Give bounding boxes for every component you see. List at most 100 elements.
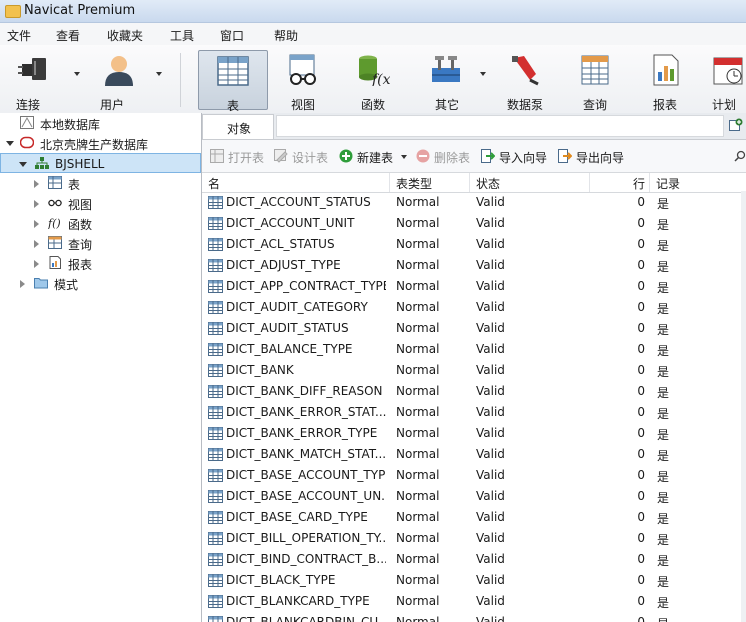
menu-help[interactable]: 帮助 xyxy=(274,27,298,44)
menu-file[interactable]: 文件 xyxy=(7,27,31,44)
other-dropdown-caret[interactable] xyxy=(480,72,486,76)
column-header-table-type[interactable]: 表类型 xyxy=(390,173,470,192)
table-row[interactable]: DICT_ADJUST_TYPE Normal Valid 0 是 xyxy=(202,255,746,276)
user-dropdown-caret[interactable] xyxy=(156,72,162,76)
table-name-cell: DICT_BILL_OPERATION_TY... xyxy=(226,531,386,545)
table-status-cell: Valid xyxy=(476,258,505,272)
table-rows-cell: 0 xyxy=(637,489,645,503)
table-icon xyxy=(208,490,223,503)
table-logging-cell: 是 xyxy=(657,302,670,316)
open-table-label: 打开表 xyxy=(228,151,265,165)
tree-item-tables[interactable]: 表 xyxy=(0,173,201,193)
table-row[interactable]: DICT_BLANKCARD_TYPE Normal Valid 0 是 xyxy=(202,591,746,612)
tab-objects[interactable]: 对象 xyxy=(202,114,274,139)
table-row[interactable]: DICT_AUDIT_STATUS Normal Valid 0 是 xyxy=(202,318,746,339)
table-row[interactable]: DICT_BALANCE_TYPE Normal Valid 0 是 xyxy=(202,339,746,360)
schedule-button[interactable]: 计划 xyxy=(702,50,746,110)
expand-toggle[interactable] xyxy=(34,240,39,248)
expand-toggle[interactable] xyxy=(6,141,14,146)
table-icon xyxy=(208,406,223,419)
table-row[interactable]: DICT_BIND_CONTRACT_B... Normal Valid 0 是 xyxy=(202,549,746,570)
table-row[interactable]: DICT_BANK_DIFF_REASON Normal Valid 0 是 xyxy=(202,381,746,402)
tree-item-queries[interactable]: 查询 xyxy=(0,233,201,253)
table-row[interactable]: DICT_BLACK_TYPE Normal Valid 0 是 xyxy=(202,570,746,591)
table-name-cell: DICT_ACCOUNT_STATUS xyxy=(226,195,371,209)
table-rows-cell: 0 xyxy=(637,468,645,482)
column-header-name[interactable]: 名 xyxy=(202,173,390,192)
table-row[interactable]: DICT_ACCOUNT_UNIT Normal Valid 0 是 xyxy=(202,213,746,234)
tree-item-bjshell-schema[interactable]: BJSHELL xyxy=(0,153,201,173)
table-row[interactable]: DICT_ACL_STATUS Normal Valid 0 是 xyxy=(202,234,746,255)
view-button[interactable]: 视图 xyxy=(270,50,336,112)
report-button[interactable]: 报表 xyxy=(632,50,698,112)
table-row[interactable]: DICT_BANK_MATCH_STAT... Normal Valid 0 是 xyxy=(202,444,746,465)
table-name-cell: DICT_ACCOUNT_UNIT xyxy=(226,216,355,230)
expand-toggle[interactable] xyxy=(34,260,39,268)
table-type-cell: Normal xyxy=(396,552,440,566)
new-table-dropdown-caret[interactable] xyxy=(401,155,407,159)
table-logging-cell: 是 xyxy=(657,470,670,484)
data-pump-button[interactable]: 数据泵 xyxy=(492,50,558,112)
query-label: 查询 xyxy=(582,98,607,112)
table-rows-cell: 0 xyxy=(637,342,645,356)
tree-item-local-db[interactable]: 本地数据库 xyxy=(0,113,201,133)
table-type-cell: Normal xyxy=(396,321,440,335)
table-rows-cell: 0 xyxy=(637,279,645,293)
menu-tools[interactable]: 工具 xyxy=(170,27,194,44)
table-row[interactable]: DICT_AUDIT_CATEGORY Normal Valid 0 是 xyxy=(202,297,746,318)
table-name-cell: DICT_BASE_ACCOUNT_TYPE xyxy=(226,468,386,482)
table-icon xyxy=(208,511,223,524)
table-icon xyxy=(208,301,223,314)
table-type-cell: Normal xyxy=(396,405,440,419)
table-row[interactable]: DICT_BASE_ACCOUNT_TYPE Normal Valid 0 是 xyxy=(202,465,746,486)
table-name-cell: DICT_BALANCE_TYPE xyxy=(226,342,353,356)
expand-toggle[interactable] xyxy=(20,280,25,288)
table-row[interactable]: DICT_BLANKCARDBIN_CU... Normal Valid 0 是 xyxy=(202,612,746,622)
table-icon xyxy=(208,616,223,622)
expand-toggle[interactable] xyxy=(34,180,39,188)
table-row[interactable]: DICT_ACCOUNT_STATUS Normal Valid 0 是 xyxy=(202,192,746,213)
tree-item-functions[interactable]: f() 函数 xyxy=(0,213,201,233)
tree-item-reports[interactable]: 报表 xyxy=(0,253,201,273)
connection-dropdown-caret[interactable] xyxy=(74,72,80,76)
other-label: 其它 xyxy=(434,98,459,112)
new-tab-icon[interactable] xyxy=(729,118,743,132)
menu-window[interactable]: 窗口 xyxy=(220,27,244,44)
main-toolbar: 连接 用户 表 视图 f(x 函数 其它 数据泵 查询 报表 计划 xyxy=(0,45,746,114)
table-row[interactable]: DICT_BANK_ERROR_TYPE Normal Valid 0 是 xyxy=(202,423,746,444)
table-row[interactable]: DICT_BANK_ERROR_STAT... Normal Valid 0 是 xyxy=(202,402,746,423)
report-icon xyxy=(653,54,679,86)
table-row[interactable]: DICT_BILL_OPERATION_TY... Normal Valid 0 是 xyxy=(202,528,746,549)
tree-item-beijing-shell-db[interactable]: 北京壳牌生产数据库 xyxy=(0,133,201,153)
tree-item-label: 北京壳牌生产数据库 xyxy=(40,138,149,152)
table-name-cell: DICT_BASE_ACCOUNT_UN... xyxy=(226,489,386,503)
other-button[interactable]: 其它 xyxy=(416,50,486,112)
table-row[interactable]: DICT_BASE_CARD_TYPE Normal Valid 0 是 xyxy=(202,507,746,528)
column-header-status[interactable]: 状态 xyxy=(470,173,590,192)
column-header-rows[interactable]: 行 xyxy=(590,173,650,192)
expand-toggle[interactable] xyxy=(34,220,39,228)
navicat-app-icon xyxy=(5,5,21,18)
expand-toggle[interactable] xyxy=(19,162,27,167)
table-button[interactable]: 表 xyxy=(198,50,268,113)
tree-item-schemas[interactable]: 模式 xyxy=(0,273,201,293)
table-row[interactable]: DICT_BANK Normal Valid 0 是 xyxy=(202,360,746,381)
expand-toggle[interactable] xyxy=(34,200,39,208)
table-rows-cell: 0 xyxy=(637,216,645,230)
menu-view[interactable]: 查看 xyxy=(56,27,80,44)
schedule-label: 计划 xyxy=(711,98,736,110)
function-button[interactable]: f(x) 函数 xyxy=(340,50,406,112)
table-row[interactable]: DICT_APP_CONTRACT_TYPE Normal Valid 0 是 xyxy=(202,276,746,297)
table-status-cell: Valid xyxy=(476,594,505,608)
search-icon[interactable] xyxy=(734,150,746,162)
column-header-logging[interactable]: 记录 xyxy=(650,173,744,192)
menu-favorites[interactable]: 收藏夹 xyxy=(107,27,143,44)
vertical-scrollbar[interactable] xyxy=(741,191,746,622)
user-button[interactable]: 用户 xyxy=(92,50,162,112)
connection-button[interactable]: 连接 xyxy=(8,50,80,112)
table-type-cell: Normal xyxy=(396,468,440,482)
tree-item-views[interactable]: 视图 xyxy=(0,193,201,213)
table-row[interactable]: DICT_BASE_ACCOUNT_UN... Normal Valid 0 是 xyxy=(202,486,746,507)
query-button[interactable]: 查询 xyxy=(562,50,628,112)
object-filter-area[interactable] xyxy=(276,115,724,137)
